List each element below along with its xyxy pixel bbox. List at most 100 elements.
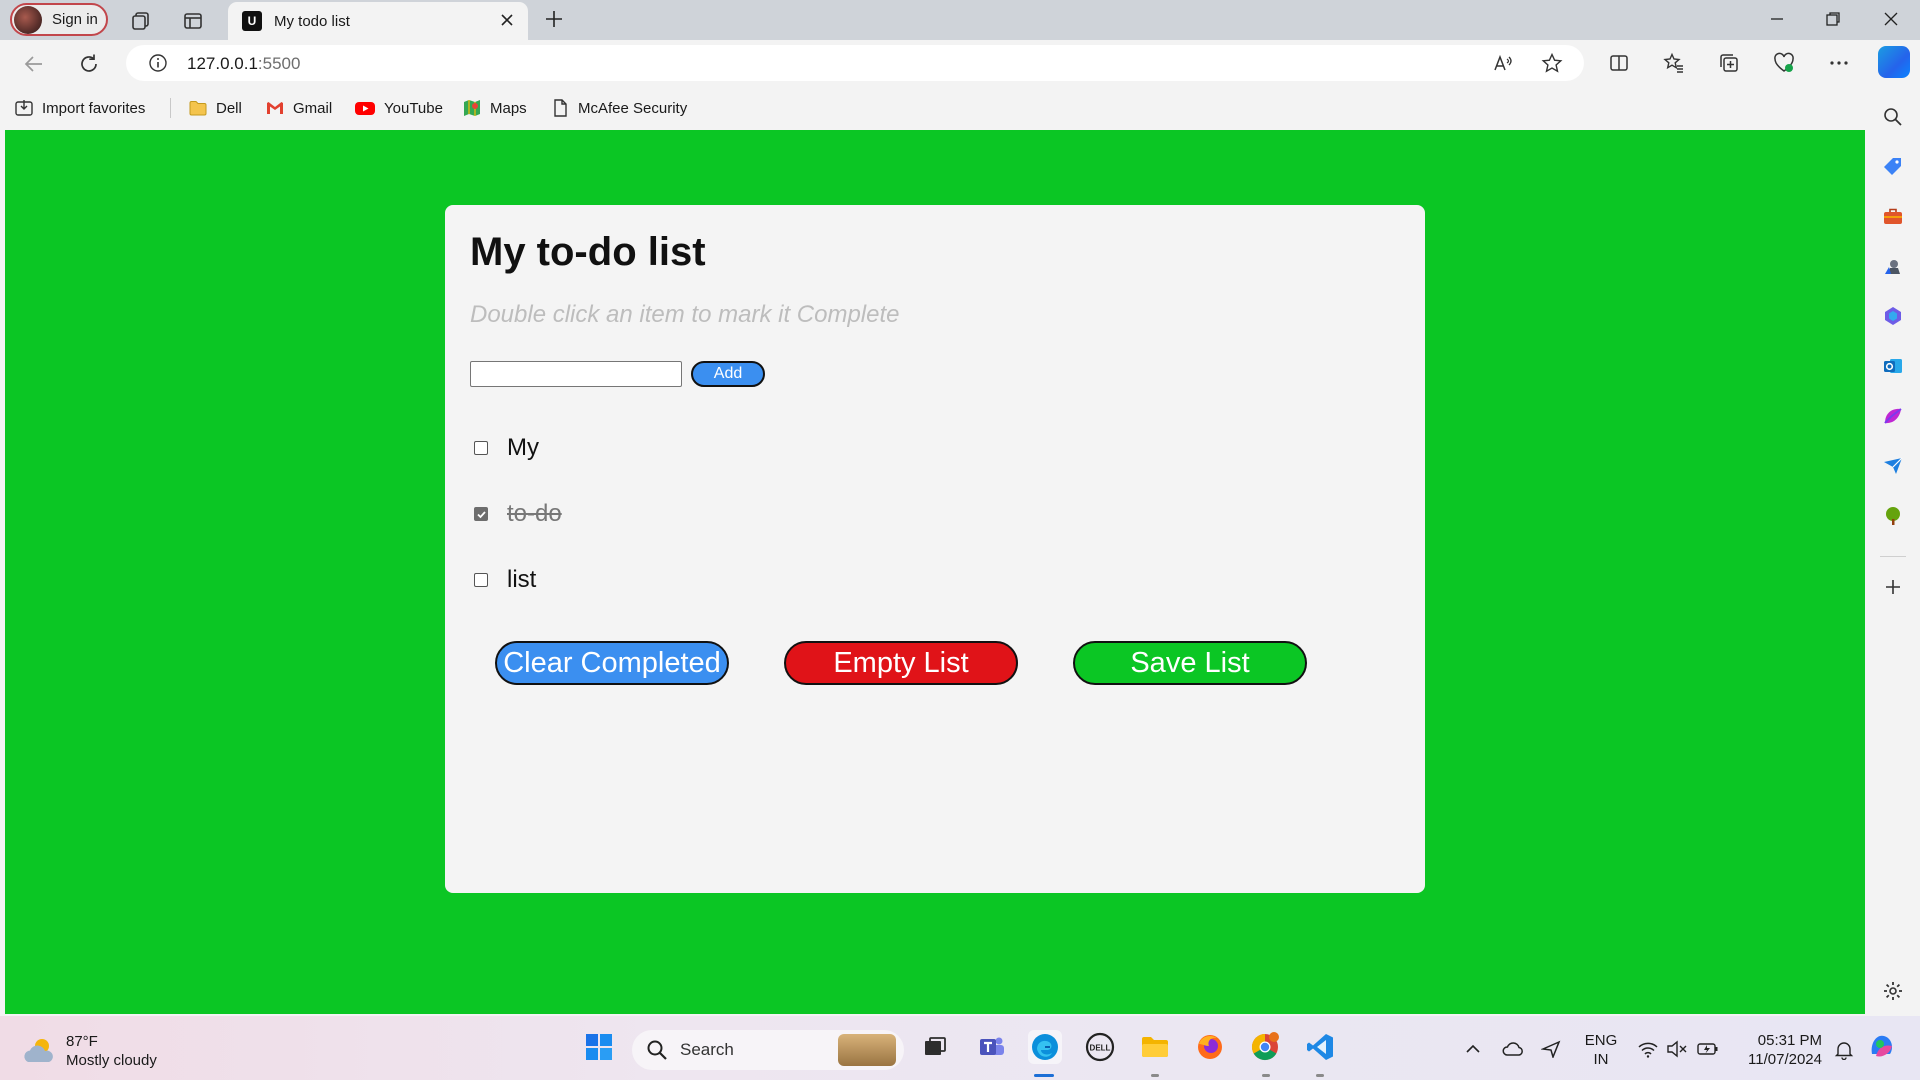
site-info-icon[interactable] <box>148 53 168 73</box>
profile-signin-button[interactable]: Sign in <box>10 3 108 36</box>
running-app-indicator <box>1262 1074 1270 1077</box>
clock-time: 05:31 PM <box>1757 1032 1822 1049</box>
new-tab-icon[interactable] <box>543 8 565 30</box>
new-item-input[interactable] <box>470 361 682 387</box>
chrome-icon[interactable] <box>1248 1030 1282 1064</box>
fav-mcafee-security[interactable]: McAfee Security <box>550 98 687 118</box>
shopping-tag-icon[interactable] <box>1882 155 1904 177</box>
favorites-bar: Import favorites Dell Gmail YouTube Maps… <box>0 88 1920 128</box>
search-icon[interactable] <box>1882 106 1904 128</box>
todo-list: My to-do list <box>474 415 562 613</box>
fav-label: YouTube <box>384 99 443 117</box>
avatar <box>14 5 42 34</box>
workspaces-icon[interactable] <box>130 10 152 32</box>
minimize-icon[interactable] <box>1766 8 1788 30</box>
favorite-star-icon[interactable] <box>1541 52 1563 74</box>
location-icon[interactable] <box>1541 1040 1561 1058</box>
file-explorer-icon[interactable] <box>1138 1030 1172 1064</box>
address-bar[interactable]: 127.0.0.1:5500 <box>126 45 1584 81</box>
task-view-icon[interactable] <box>918 1030 952 1064</box>
fav-label: McAfee Security <box>578 99 688 117</box>
read-aloud-icon[interactable] <box>1492 52 1514 74</box>
favorites-icon[interactable] <box>1663 52 1685 74</box>
more-options-icon[interactable] <box>1828 52 1850 74</box>
copilot-preview-icon[interactable] <box>1866 1030 1898 1062</box>
fav-label: Gmail <box>293 99 333 117</box>
browser-essentials-icon[interactable] <box>1773 52 1795 74</box>
taskbar-search[interactable]: Search <box>632 1030 904 1070</box>
maps-icon <box>462 98 482 118</box>
item-label[interactable]: to-do <box>507 500 562 528</box>
folder-icon <box>188 98 208 118</box>
microsoft-365-icon[interactable] <box>1882 305 1904 327</box>
tab-strip: Sign in U My todo list <box>0 0 1920 40</box>
clock[interactable]: 05:31 PM 11/07/2024 <box>1732 1031 1822 1069</box>
language-indicator[interactable]: ENG IN <box>1584 1031 1618 1069</box>
favorites-divider <box>170 98 171 118</box>
battery-charging-icon[interactable] <box>1696 1040 1720 1058</box>
item-label[interactable]: My <box>507 434 539 462</box>
collections-icon[interactable] <box>1718 52 1740 74</box>
windows-taskbar: 87°F Mostly cloudy Search DELL ENG IN 05… <box>0 1016 1920 1080</box>
windows-start-icon[interactable] <box>582 1030 616 1064</box>
notification-bell-icon[interactable] <box>1834 1040 1854 1060</box>
item-checkbox[interactable] <box>474 573 488 587</box>
designer-icon[interactable] <box>1882 405 1904 427</box>
empty-list-button[interactable]: Empty List <box>784 641 1018 685</box>
chevron-up-icon[interactable] <box>1464 1040 1482 1058</box>
games-icon[interactable] <box>1882 255 1904 277</box>
firefox-icon[interactable] <box>1193 1030 1227 1064</box>
wifi-icon[interactable] <box>1637 1040 1659 1058</box>
fav-youtube[interactable]: YouTube <box>354 98 443 118</box>
clear-completed-button[interactable]: Clear Completed <box>495 641 729 685</box>
split-screen-icon[interactable] <box>1608 52 1630 74</box>
language-code: ENG <box>1584 1032 1618 1049</box>
dell-icon[interactable]: DELL <box>1083 1030 1117 1064</box>
close-tab-icon[interactable] <box>498 11 516 29</box>
add-button[interactable]: Add <box>691 361 765 387</box>
tree-icon[interactable] <box>1882 505 1904 527</box>
close-window-icon[interactable] <box>1880 8 1902 30</box>
page-title: My to-do list <box>470 230 706 274</box>
running-app-indicator <box>1151 1074 1159 1077</box>
restore-icon[interactable] <box>1822 8 1844 30</box>
send-icon[interactable] <box>1882 455 1904 477</box>
refresh-icon[interactable] <box>77 52 101 76</box>
url-host: 127.0.0.1 <box>187 54 258 73</box>
edge-icon[interactable] <box>1028 1030 1062 1064</box>
speaker-muted-icon[interactable] <box>1666 1040 1688 1058</box>
outlook-icon[interactable] <box>1882 355 1904 377</box>
add-icon[interactable] <box>1882 576 1904 598</box>
sidebar-divider <box>1880 556 1906 557</box>
list-item[interactable]: My <box>474 415 562 481</box>
item-label[interactable]: list <box>507 566 536 594</box>
item-checkbox[interactable] <box>474 441 488 455</box>
copilot-icon[interactable] <box>1878 46 1910 78</box>
url-text[interactable]: 127.0.0.1:5500 <box>187 54 300 74</box>
item-checkbox[interactable] <box>474 507 488 521</box>
clock-date: 11/07/2024 <box>1748 1051 1822 1068</box>
cloud-sync-icon[interactable] <box>1502 1040 1524 1058</box>
fav-maps[interactable]: Maps <box>462 98 527 118</box>
fav-dell[interactable]: Dell <box>188 98 242 118</box>
fav-gmail[interactable]: Gmail <box>265 98 332 118</box>
vscode-icon[interactable] <box>1303 1030 1337 1064</box>
instruction-text: Double click an item to mark it Complete <box>470 301 900 328</box>
back-arrow-icon[interactable] <box>22 52 46 76</box>
weather-widget[interactable]: 87°F Mostly cloudy <box>22 1032 157 1070</box>
list-item[interactable]: list <box>474 547 562 613</box>
browser-toolbar: 127.0.0.1:5500 <box>0 40 1920 88</box>
todo-card: My to-do list Double click an item to ma… <box>445 205 1425 893</box>
settings-gear-icon[interactable] <box>1882 980 1904 1002</box>
save-list-button[interactable]: Save List <box>1073 641 1307 685</box>
fav-import-favorites[interactable]: Import favorites <box>14 98 145 118</box>
list-item[interactable]: to-do <box>474 481 562 547</box>
teams-icon[interactable] <box>975 1030 1009 1064</box>
weather-desc: Mostly cloudy <box>66 1052 157 1069</box>
search-label: Search <box>680 1040 734 1059</box>
vertical-tabs-icon[interactable] <box>182 10 204 32</box>
tab-title: My todo list <box>274 12 350 30</box>
tools-icon[interactable] <box>1882 205 1904 227</box>
tab-favicon: U <box>242 11 262 31</box>
tab-my-todo-list[interactable]: U My todo list <box>228 2 528 40</box>
